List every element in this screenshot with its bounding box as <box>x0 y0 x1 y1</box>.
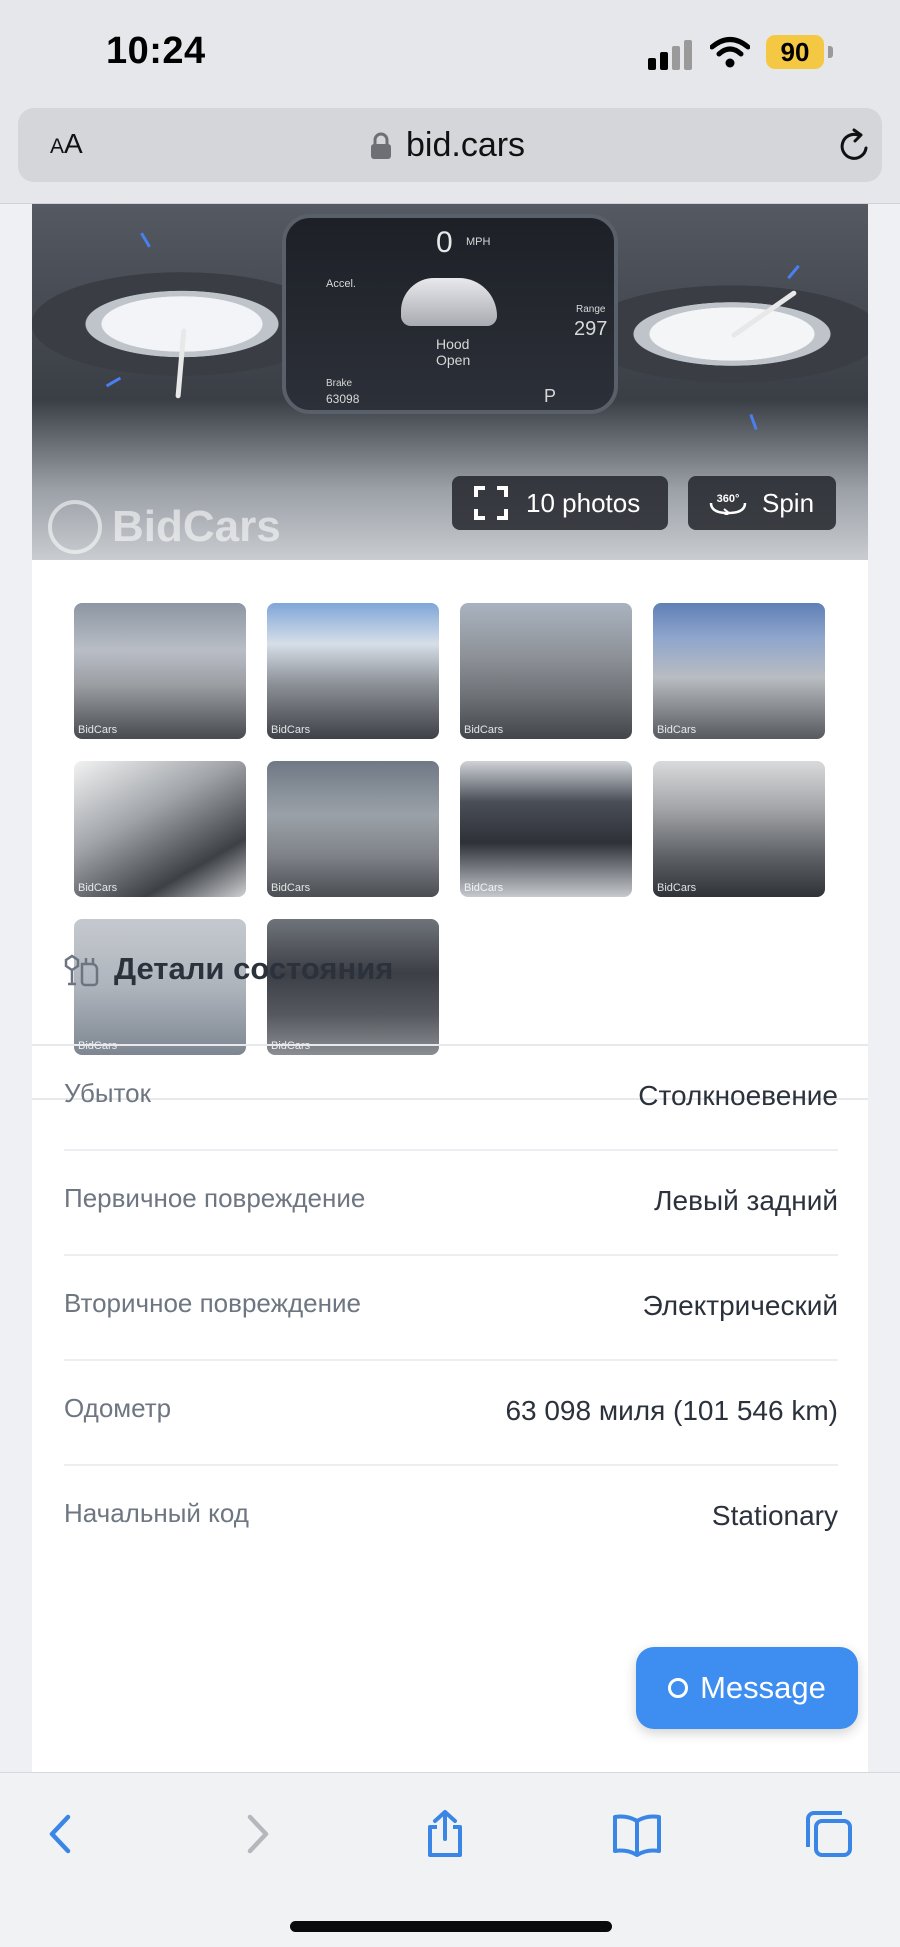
thumbnail-photo-1[interactable]: BidCars <box>74 603 246 739</box>
dashboard-gear: P <box>544 386 557 406</box>
thumbnail-watermark: BidCars <box>271 724 311 736</box>
thumbnail-watermark: BidCars <box>657 724 697 736</box>
right-gauge-needle <box>730 289 798 339</box>
bidcars-logo-icon <box>48 500 102 554</box>
battery-indicator: 90 <box>766 35 824 69</box>
detail-label: Начальный код <box>64 1498 249 1528</box>
thumbnail-watermark: BidCars <box>78 882 118 894</box>
detail-row-primary-damage: Первичное повреждение Левый задний <box>64 1151 838 1256</box>
share-icon[interactable] <box>420 1809 470 1859</box>
thumbnail-watermark: BidCars <box>657 882 697 894</box>
photos-button-label: 10 photos <box>526 487 641 518</box>
dashboard-open-text: Open <box>436 352 471 368</box>
main-vehicle-photo[interactable]: 0 MPH Accel. Hood Open Brake 63098 Range… <box>32 204 868 560</box>
detail-value: 63 098 миля (101 546 km) <box>505 1395 838 1426</box>
detail-value: Столкноевение <box>638 1080 838 1111</box>
home-indicator <box>290 1921 612 1932</box>
detail-row-start-code: Начальный код Stationary <box>64 1466 838 1571</box>
dashboard-speed: 0 <box>436 226 453 259</box>
url-text[interactable]: bid.cars <box>406 126 525 165</box>
dashboard-brake-label: Brake <box>326 378 353 389</box>
dashboard-odometer: 63098 <box>326 392 360 406</box>
dashboard-hood-text: Hood <box>436 336 470 352</box>
status-bar: 10:24 90 <box>0 0 900 108</box>
expand-icon <box>474 486 508 520</box>
forward-chevron-icon[interactable] <box>232 1809 282 1859</box>
section-title: Детали состояния <box>114 951 394 986</box>
watermark-text: BidCars <box>112 502 281 551</box>
dashboard-screen: 0 MPH Accel. Hood Open Brake 63098 Range… <box>282 214 618 414</box>
detail-value: Stationary <box>711 1500 838 1531</box>
cellular-signal-icon <box>648 38 696 70</box>
dashboard-accel: Accel. <box>326 278 356 290</box>
thumbnail-photo-7[interactable]: BidCars <box>460 761 632 897</box>
message-button-label: Message <box>700 1670 826 1705</box>
car-repair-icon <box>64 954 99 987</box>
thumbnail-photo-5[interactable]: BidCars <box>74 761 246 897</box>
dashboard-speed-unit: MPH <box>466 236 491 248</box>
spin-button-label: Spin <box>762 487 815 518</box>
dashboard-car-graphic <box>401 278 497 326</box>
browser-toolbar <box>0 1772 900 1947</box>
status-time: 10:24 <box>106 30 206 72</box>
thumbnail-watermark: BidCars <box>464 882 504 894</box>
detail-row-loss: Убыток Столкноевение <box>64 1046 838 1151</box>
gauge-tick <box>105 376 122 388</box>
detail-label: Первичное повреждение <box>64 1183 366 1213</box>
back-chevron-icon[interactable] <box>36 1809 86 1859</box>
thumbnail-photo-6[interactable]: BidCars <box>267 761 439 897</box>
view-photos-button[interactable]: 10 photos <box>452 476 668 530</box>
detail-label: Вторичное повреждение <box>64 1288 361 1318</box>
text-size-small: A <box>50 135 65 158</box>
detail-row-odometer: Одометр 63 098 миля (101 546 km) <box>64 1361 838 1466</box>
reload-icon[interactable] <box>836 128 872 164</box>
left-gauge-needle <box>175 328 187 399</box>
tabs-icon[interactable] <box>804 1809 854 1859</box>
detail-value: Левый задний <box>654 1185 838 1216</box>
message-button[interactable]: Message <box>636 1647 858 1729</box>
detail-label: Убыток <box>64 1078 151 1108</box>
text-size-button[interactable]: AA <box>50 128 83 160</box>
dashboard-range-label: Range <box>576 304 606 315</box>
page-content: 0 MPH Accel. Hood Open Brake 63098 Range… <box>32 204 868 1772</box>
thumbnail-photo-8[interactable]: BidCars <box>653 761 825 897</box>
spin-badge-text: 360° <box>717 493 740 505</box>
thumbnail-photo-4[interactable]: BidCars <box>653 603 825 739</box>
rotate-360-icon: 360° <box>709 493 747 515</box>
section-header: Детали состояния <box>62 950 393 988</box>
gauge-tick <box>140 232 151 248</box>
battery-nub <box>828 46 833 58</box>
gauge-tick <box>749 413 758 431</box>
gauge-tick <box>787 264 800 280</box>
thumbnail-photo-2[interactable]: BidCars <box>267 603 439 739</box>
thumbnail-watermark: BidCars <box>271 882 311 894</box>
chat-bubble-icon <box>668 1678 689 1698</box>
lock-icon <box>371 132 391 159</box>
browser-top-bar: AA bid.cars <box>0 108 900 204</box>
detail-row-secondary-damage: Вторичное повреждение Электрический <box>64 1256 838 1361</box>
thumbnail-watermark: BidCars <box>464 724 504 736</box>
text-size-large: A <box>64 128 83 159</box>
bidcars-watermark: BidCars <box>48 500 281 554</box>
condition-details-list: Убыток Столкноевение Первичное поврежден… <box>64 1046 838 1571</box>
wifi-icon <box>710 37 750 68</box>
thumbnail-watermark: BidCars <box>78 724 118 736</box>
address-bar[interactable]: AA bid.cars <box>18 108 882 182</box>
spin-360-button[interactable]: 360° Spin <box>688 476 836 530</box>
detail-label: Одометр <box>64 1393 172 1423</box>
thumbnail-photo-3[interactable]: BidCars <box>460 603 632 739</box>
bookmarks-icon[interactable] <box>612 1809 662 1859</box>
detail-value: Электрический <box>642 1290 838 1321</box>
dashboard-range-value: 297 <box>574 318 608 340</box>
